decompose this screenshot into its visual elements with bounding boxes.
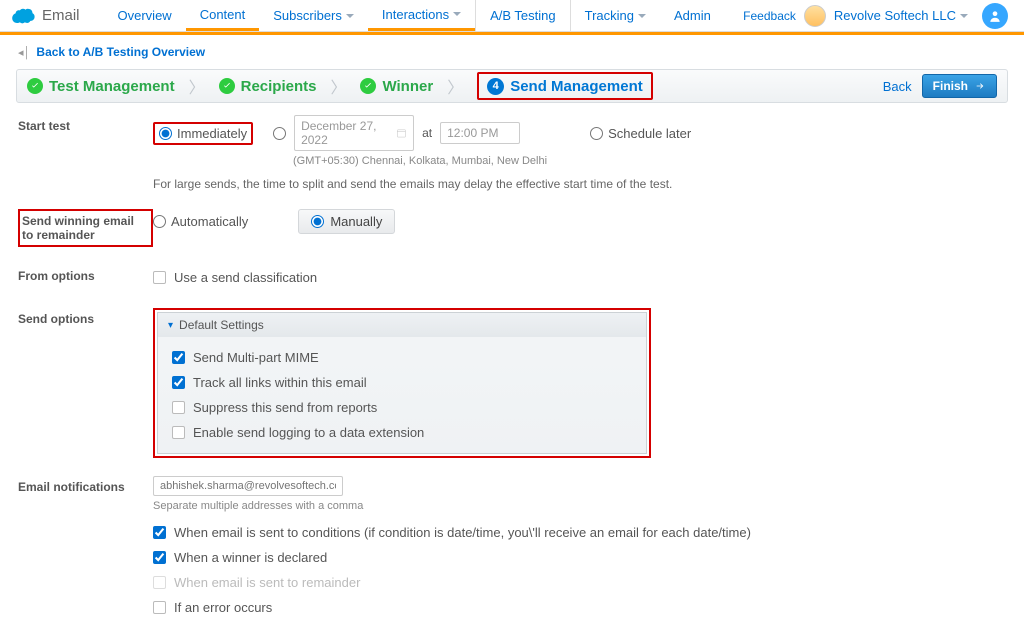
- finish-button[interactable]: Finish: [922, 74, 997, 98]
- highlight-box: Send winning email to remainder: [18, 209, 153, 247]
- panel-header[interactable]: ▾ Default Settings: [158, 313, 646, 337]
- checkbox-notif-error[interactable]: If an error occurs: [153, 595, 1006, 620]
- send-options-panel: ▾ Default Settings Send Multi-part MIME …: [157, 312, 647, 454]
- label-send-winning: Send winning email to remainder: [22, 214, 145, 242]
- steps-bar: Test Management 〉 Recipients 〉 Winner 〉 …: [16, 69, 1008, 103]
- checkbox-icon: [172, 401, 185, 414]
- label-email-notifications: Email notifications: [18, 476, 153, 494]
- highlight-box: ▾ Default Settings Send Multi-part MIME …: [153, 308, 651, 458]
- check-icon: [27, 78, 43, 94]
- step-send-management[interactable]: 4 Send Management: [487, 78, 643, 95]
- checkbox-notif-remainder[interactable]: When email is sent to remainder: [153, 570, 1006, 595]
- step-test-management[interactable]: Test Management: [27, 78, 175, 95]
- checkbox-notif-sent-conditions[interactable]: When email is sent to conditions (if con…: [153, 520, 1006, 545]
- radio-automatically[interactable]: Automatically: [153, 214, 248, 229]
- check-icon: [219, 78, 235, 94]
- chevron-down-icon: [346, 14, 354, 18]
- back-to-overview-link[interactable]: Back to A/B Testing Overview: [36, 45, 205, 59]
- step-winner[interactable]: Winner: [360, 78, 433, 95]
- email-notifications-input[interactable]: [153, 476, 343, 496]
- checkbox-icon: [153, 576, 166, 589]
- label-send-options: Send options: [18, 308, 153, 326]
- label-start-test: Start test: [18, 115, 153, 133]
- checkbox-suppress-reports[interactable]: Suppress this send from reports: [172, 395, 632, 420]
- salesforce-cloud-icon: [8, 6, 36, 26]
- radio-immediately-input[interactable]: [159, 127, 172, 140]
- step-separator: 〉: [447, 74, 463, 98]
- checkbox-track-links[interactable]: Track all links within this email: [172, 370, 632, 395]
- radio-manually[interactable]: Manually: [298, 209, 395, 234]
- radio-manually-input[interactable]: [311, 215, 324, 228]
- arrow-right-icon: [974, 81, 986, 91]
- step-number-icon: 4: [487, 78, 504, 95]
- checkbox-notif-winner[interactable]: When a winner is declared: [153, 545, 1006, 570]
- nav-content[interactable]: Content: [186, 0, 260, 31]
- start-test-note: For large sends, the time to split and s…: [153, 177, 1006, 191]
- chevron-down-icon: [453, 12, 461, 16]
- row-from-options: From options Use a send classification: [18, 265, 1006, 290]
- back-link-row: ◂│ Back to A/B Testing Overview: [0, 35, 1024, 69]
- steps-actions: Back Finish: [883, 74, 997, 98]
- radio-scheduled-input[interactable]: [273, 127, 286, 140]
- radio-schedule-later[interactable]: Schedule later: [590, 126, 691, 141]
- nav-admin[interactable]: Admin: [660, 0, 725, 31]
- nav-tracking[interactable]: Tracking: [571, 0, 660, 31]
- row-send-winning: Send winning email to remainder Automati…: [18, 209, 1006, 247]
- notif-subnote: Separate multiple addresses with a comma: [153, 500, 1006, 512]
- radio-automatically-input[interactable]: [153, 215, 166, 228]
- nav-ab-testing[interactable]: A/B Testing: [475, 0, 571, 31]
- user-profile-icon[interactable]: [982, 3, 1008, 29]
- back-caret-icon: ◂│: [18, 46, 30, 59]
- step-separator: 〉: [189, 74, 205, 98]
- radio-scheduled[interactable]: December 27, 2022 at: [273, 115, 520, 151]
- nav-items: Overview Content Subscribers Interaction…: [104, 0, 744, 31]
- radio-immediately[interactable]: Immediately: [159, 126, 247, 141]
- step-recipients[interactable]: Recipients: [219, 78, 317, 95]
- label-from-options: From options: [18, 265, 153, 283]
- nav-interactions[interactable]: Interactions: [368, 0, 475, 31]
- caret-down-icon: ▾: [168, 320, 173, 331]
- timezone-text: (GMT+05:30) Chennai, Kolkata, Mumbai, Ne…: [293, 155, 1006, 167]
- step-separator: 〉: [330, 74, 346, 98]
- nav-subscribers[interactable]: Subscribers: [259, 0, 368, 31]
- avatar-icon[interactable]: [804, 5, 826, 27]
- app-name: Email: [42, 7, 80, 24]
- date-input[interactable]: December 27, 2022: [294, 115, 414, 151]
- chevron-down-icon: [960, 14, 968, 18]
- calendar-icon: [396, 127, 407, 139]
- checkbox-icon: [153, 271, 166, 284]
- nav-right: Feedback Revolve Softech LLC: [743, 3, 1016, 29]
- checkbox-icon: [172, 426, 185, 439]
- radio-schedule-later-input[interactable]: [590, 127, 603, 140]
- checkbox-multipart-mime[interactable]: Send Multi-part MIME: [172, 345, 632, 370]
- checkbox-send-logging[interactable]: Enable send logging to a data extension: [172, 420, 632, 445]
- form-area: Start test Immediately December 27, 2022…: [0, 103, 1024, 620]
- company-dropdown[interactable]: Revolve Softech LLC: [834, 8, 968, 23]
- highlight-box: Immediately: [153, 122, 253, 145]
- checkbox-send-classification[interactable]: Use a send classification: [153, 265, 1006, 290]
- row-email-notifications: Email notifications Separate multiple ad…: [18, 476, 1006, 620]
- chevron-down-icon: [638, 14, 646, 18]
- panel-body: Send Multi-part MIME Track all links wit…: [158, 337, 646, 453]
- check-icon: [360, 78, 376, 94]
- time-input[interactable]: [440, 122, 520, 144]
- highlight-box: 4 Send Management: [477, 72, 653, 100]
- back-button[interactable]: Back: [883, 79, 912, 94]
- top-nav: Email Overview Content Subscribers Inter…: [0, 0, 1024, 32]
- row-start-test: Start test Immediately December 27, 2022…: [18, 115, 1006, 191]
- feedback-link[interactable]: Feedback: [743, 9, 796, 23]
- row-send-options: Send options ▾ Default Settings Send Mul…: [18, 308, 1006, 458]
- checkbox-icon: [153, 601, 166, 614]
- nav-overview[interactable]: Overview: [104, 0, 186, 31]
